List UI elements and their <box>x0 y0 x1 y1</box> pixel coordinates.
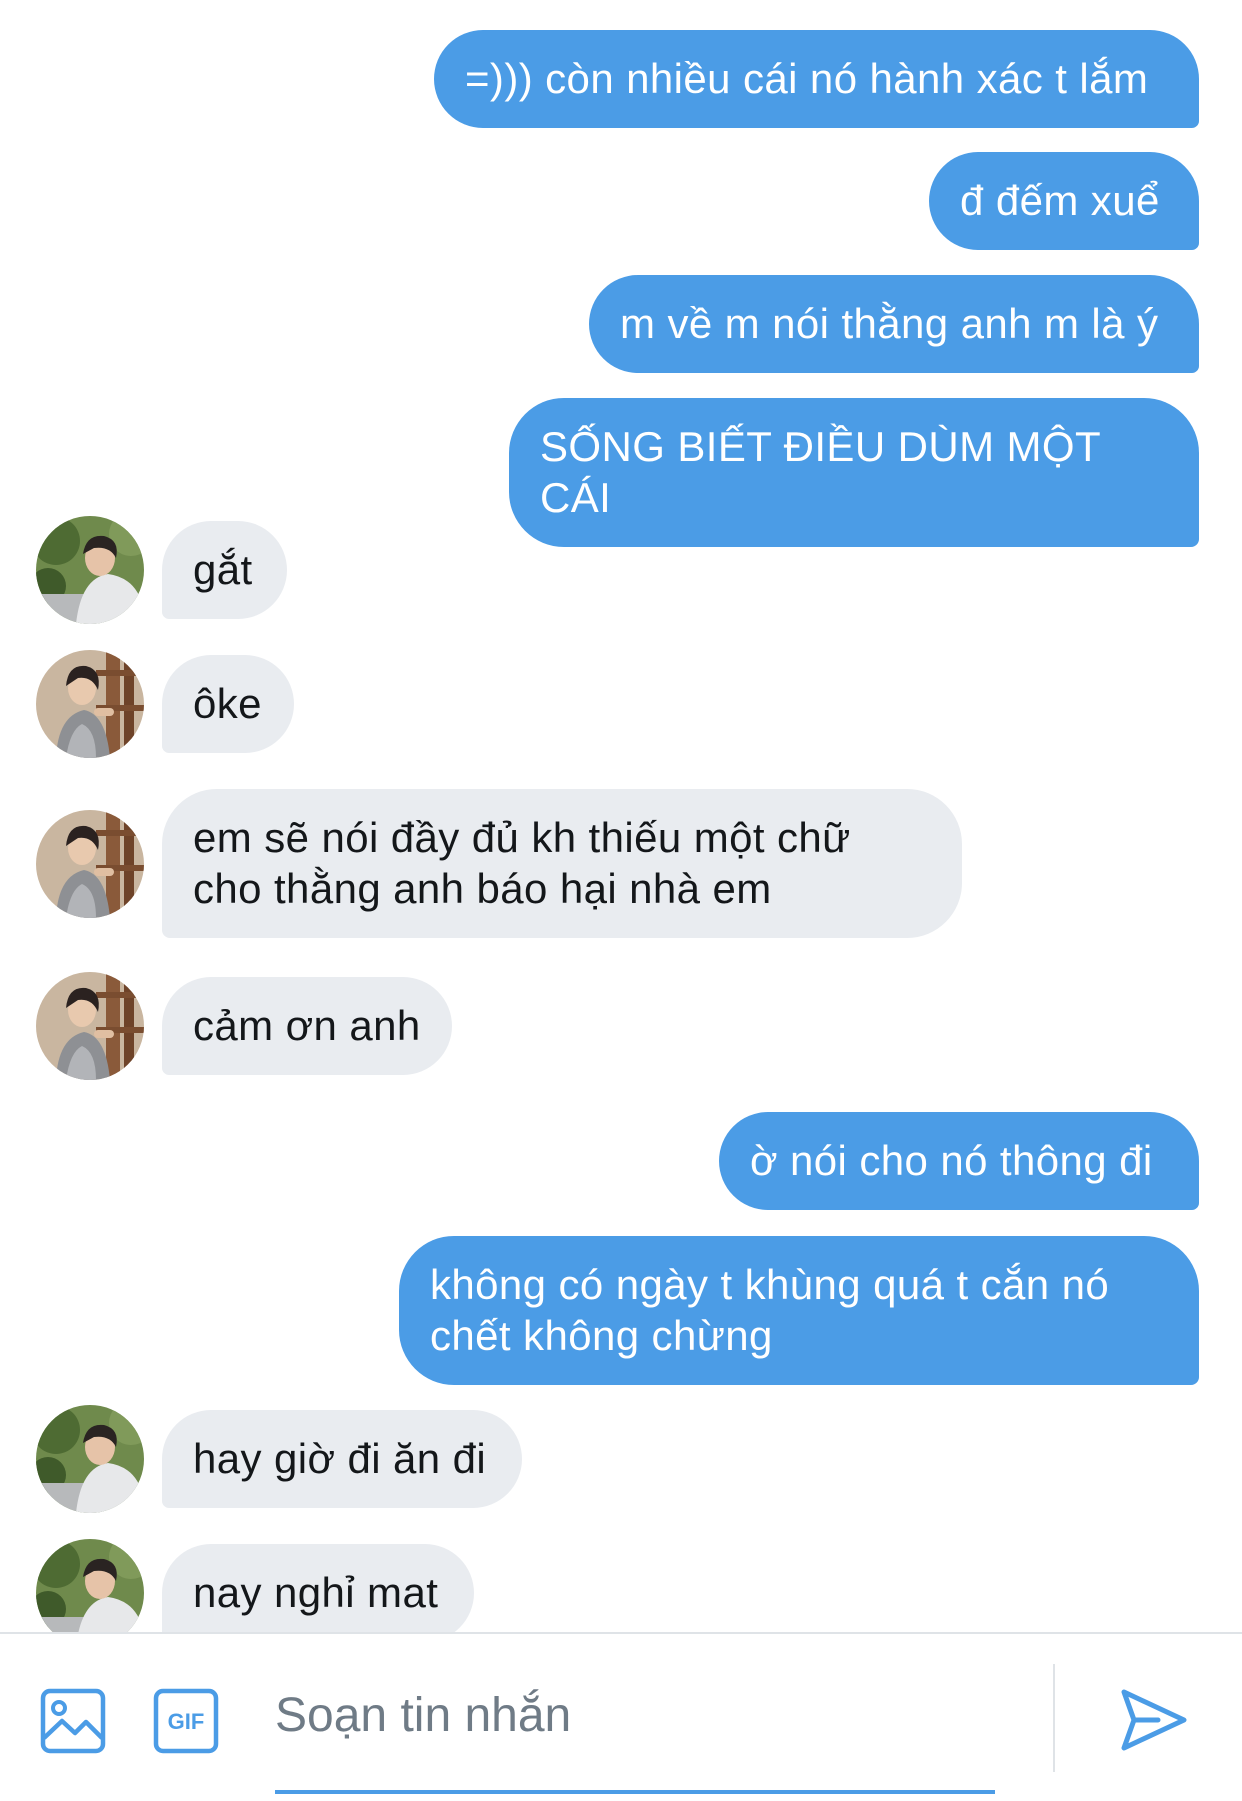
message-bubble[interactable]: ờ nói cho nó thông đi <box>719 1112 1199 1210</box>
gif-icon: GIF <box>153 1688 219 1754</box>
message-bubble[interactable]: em sẽ nói đầy đủ kh thiếu một chữ cho th… <box>162 789 962 938</box>
sender-avatar[interactable] <box>36 1405 144 1513</box>
add-image-button[interactable] <box>40 1688 106 1754</box>
composer-bar: GIF <box>0 1632 1242 1801</box>
sender-avatar[interactable] <box>36 516 144 624</box>
sender-avatar[interactable] <box>36 650 144 758</box>
sender-avatar[interactable] <box>36 972 144 1080</box>
message-bubble[interactable]: gắt <box>162 521 287 619</box>
message-bubble[interactable]: SỐNG BIẾT ĐIỀU DÙM MỘT CÁI <box>509 398 1199 547</box>
sender-avatar[interactable] <box>36 1539 144 1632</box>
message-bubble[interactable]: ôke <box>162 655 294 753</box>
message-bubble[interactable]: hay giờ đi ăn đi <box>162 1410 522 1508</box>
add-gif-button[interactable]: GIF <box>153 1688 219 1754</box>
message-bubble[interactable]: nay nghỉ mat <box>162 1544 474 1632</box>
dm-conversation-screen: =))) còn nhiều cái nó hành xác t lắm đ đế… <box>0 0 1242 1801</box>
composer-divider <box>1053 1664 1055 1772</box>
message-bubble[interactable]: m về m nói thằng anh m là ý <box>589 275 1199 373</box>
message-bubble[interactable]: đ đếm xuể <box>929 152 1199 250</box>
message-bubble[interactable]: không có ngày t khùng quá t cắn nó chết … <box>399 1236 1199 1385</box>
compose-message-input[interactable] <box>275 1678 995 1752</box>
message-bubble[interactable]: =))) còn nhiều cái nó hành xác t lắm <box>434 30 1199 128</box>
gif-label: GIF <box>168 1709 205 1734</box>
image-icon <box>40 1688 106 1754</box>
message-bubble[interactable]: cảm ơn anh <box>162 977 452 1075</box>
send-icon <box>1121 1689 1187 1751</box>
send-button[interactable] <box>1118 1684 1190 1756</box>
input-focus-underline <box>275 1790 995 1794</box>
message-thread[interactable]: =))) còn nhiều cái nó hành xác t lắm đ đế… <box>0 0 1242 1632</box>
sender-avatar[interactable] <box>36 809 144 918</box>
